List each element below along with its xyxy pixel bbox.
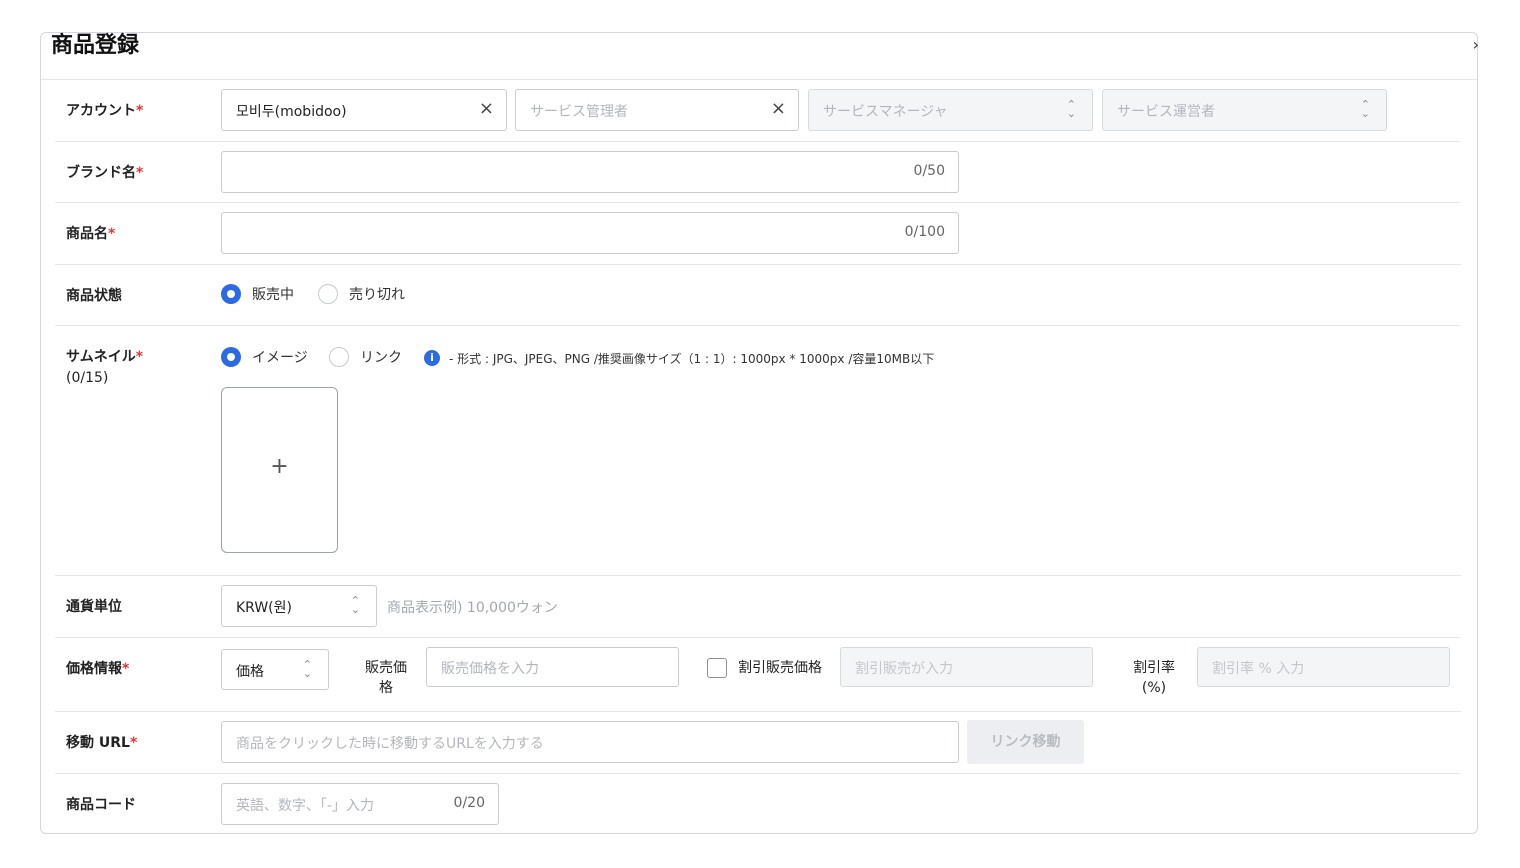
thumbnail-option-label: イメージ xyxy=(252,350,308,366)
currency-value: KRW(원) xyxy=(236,600,292,616)
status-label: 商品状態 xyxy=(66,288,122,304)
thumbnail-radio-image[interactable]: イメージ xyxy=(221,347,308,367)
status-radio-sold-out[interactable]: 売り切れ xyxy=(318,284,405,304)
currency-row: 通貨単位 KRW(원) ⌃ ⌄ 商品表示例) 10,000ウォン xyxy=(55,576,1461,638)
collapse-chevron-icon[interactable]: › xyxy=(1473,35,1479,54)
status-radio-on-sale[interactable]: 販売中 xyxy=(221,284,294,304)
thumbnail-option-label: リンク xyxy=(360,350,402,366)
status-option-label: 販売中 xyxy=(252,287,294,303)
service-admin-placeholder: サービス管理者 xyxy=(530,104,628,120)
thumbnail-upload-box[interactable]: + xyxy=(221,387,338,553)
clear-icon[interactable]: × xyxy=(771,98,786,119)
discount-price-placeholder: 割引販売が入力 xyxy=(855,661,953,677)
thumbnail-radio-link[interactable]: リンク xyxy=(329,347,402,367)
thumbnail-row: サムネイル* (0/15) イメージ リンク i - 形式 : JPG、JPEG… xyxy=(55,326,1461,576)
brand-counter: 0/50 xyxy=(913,163,945,179)
url-placeholder: 商品をクリックした時に移動するURLを入力する xyxy=(236,736,544,752)
price-type-value: 価格 xyxy=(236,664,264,680)
updown-icon: ⌃ ⌄ xyxy=(302,658,312,680)
radio-unselected-icon xyxy=(329,347,349,367)
service-manager-placeholder: サービスマネージャ xyxy=(823,104,948,120)
radio-unselected-icon xyxy=(318,284,338,304)
radio-selected-icon xyxy=(221,347,241,367)
link-move-button[interactable]: リンク移動 xyxy=(967,720,1084,764)
discount-checkbox[interactable] xyxy=(707,658,727,678)
discount-rate-placeholder: 割引率 % 入力 xyxy=(1212,661,1305,677)
product-name-row: 商品名* 0/100 xyxy=(55,203,1461,265)
discount-price-input[interactable]: 割引販売が入力 xyxy=(840,647,1093,687)
product-registration-panel: 商品登録 › アカウント* 모비두(mobidoo) × サービス管理者 × サ… xyxy=(40,32,1479,835)
service-operator-placeholder: サービス運営者 xyxy=(1117,104,1215,120)
product-name-counter: 0/100 xyxy=(904,224,945,240)
currency-label: 通貨単位 xyxy=(66,599,122,615)
service-admin-select[interactable]: サービス管理者 × xyxy=(515,89,799,131)
discount-rate-label: 割引率(%) xyxy=(1133,660,1175,696)
clear-icon[interactable]: × xyxy=(479,98,494,119)
product-code-placeholder: 英語、数字、「-」入力 xyxy=(236,798,375,814)
thumbnail-format-info: - 形式 : JPG、JPEG、PNG /推奨画像サイズ（1 : 1）: 100… xyxy=(449,352,935,366)
account-select[interactable]: 모비두(mobidoo) × xyxy=(221,89,507,131)
currency-example: 商品表示例) 10,000ウォン xyxy=(387,600,558,616)
product-name-label: 商品名* xyxy=(66,226,116,242)
service-manager-select[interactable]: サービスマネージャ ⌃ ⌄ xyxy=(808,89,1093,131)
account-row: アカウント* 모비두(mobidoo) × サービス管理者 × サービスマネージ… xyxy=(55,80,1461,142)
updown-icon: ⌃ ⌄ xyxy=(1066,98,1076,120)
info-icon: i xyxy=(424,350,440,366)
sale-price-input[interactable]: 販売価格を入力 xyxy=(426,647,679,687)
product-code-row: 商品コード 英語、数字、「-」入力 0/20 xyxy=(55,774,1461,835)
brand-row: ブランド名* 0/50 xyxy=(55,142,1461,203)
url-label: 移動 URL* xyxy=(66,735,138,751)
product-name-input[interactable]: 0/100 xyxy=(221,212,959,254)
plus-icon: + xyxy=(270,454,289,479)
sale-price-label: 販売価格 xyxy=(365,660,407,696)
price-type-select[interactable]: 価格 ⌃ ⌄ xyxy=(221,649,329,690)
url-input[interactable]: 商品をクリックした時に移動するURLを入力する xyxy=(221,721,959,763)
account-label: アカウント* xyxy=(66,103,144,119)
price-label: 価格情報* xyxy=(66,661,130,677)
currency-select[interactable]: KRW(원) ⌃ ⌄ xyxy=(221,585,377,627)
price-row: 価格情報* 価格 ⌃ ⌄ 販売価格 販売価格を入力 割引販売価格 割引販売が入力 … xyxy=(55,638,1461,712)
url-row: 移動 URL* 商品をクリックした時に移動するURLを入力する リンク移動 xyxy=(55,712,1461,774)
updown-icon: ⌃ ⌄ xyxy=(1360,98,1370,120)
status-row: 商品状態 販売中 売り切れ xyxy=(55,265,1461,326)
discount-price-label: 割引販売価格 xyxy=(738,660,822,676)
service-operator-select[interactable]: サービス運営者 ⌃ ⌄ xyxy=(1102,89,1387,131)
page-title: 商品登録 xyxy=(51,33,140,58)
thumbnail-label: サムネイル* (0/15) xyxy=(66,349,144,386)
brand-label: ブランド名* xyxy=(66,165,144,181)
updown-icon: ⌃ ⌄ xyxy=(350,594,360,616)
thumbnail-count: (0/15) xyxy=(66,370,109,386)
brand-input[interactable]: 0/50 xyxy=(221,151,959,193)
account-value: 모비두(mobidoo) xyxy=(236,104,347,120)
sale-price-placeholder: 販売価格を入力 xyxy=(441,661,539,677)
discount-rate-input[interactable]: 割引率 % 入力 xyxy=(1197,647,1450,687)
product-code-input[interactable]: 英語、数字、「-」入力 0/20 xyxy=(221,783,499,825)
product-code-label: 商品コード xyxy=(66,797,136,813)
status-option-label: 売り切れ xyxy=(349,287,405,303)
radio-selected-icon xyxy=(221,284,241,304)
product-code-counter: 0/20 xyxy=(453,795,485,811)
